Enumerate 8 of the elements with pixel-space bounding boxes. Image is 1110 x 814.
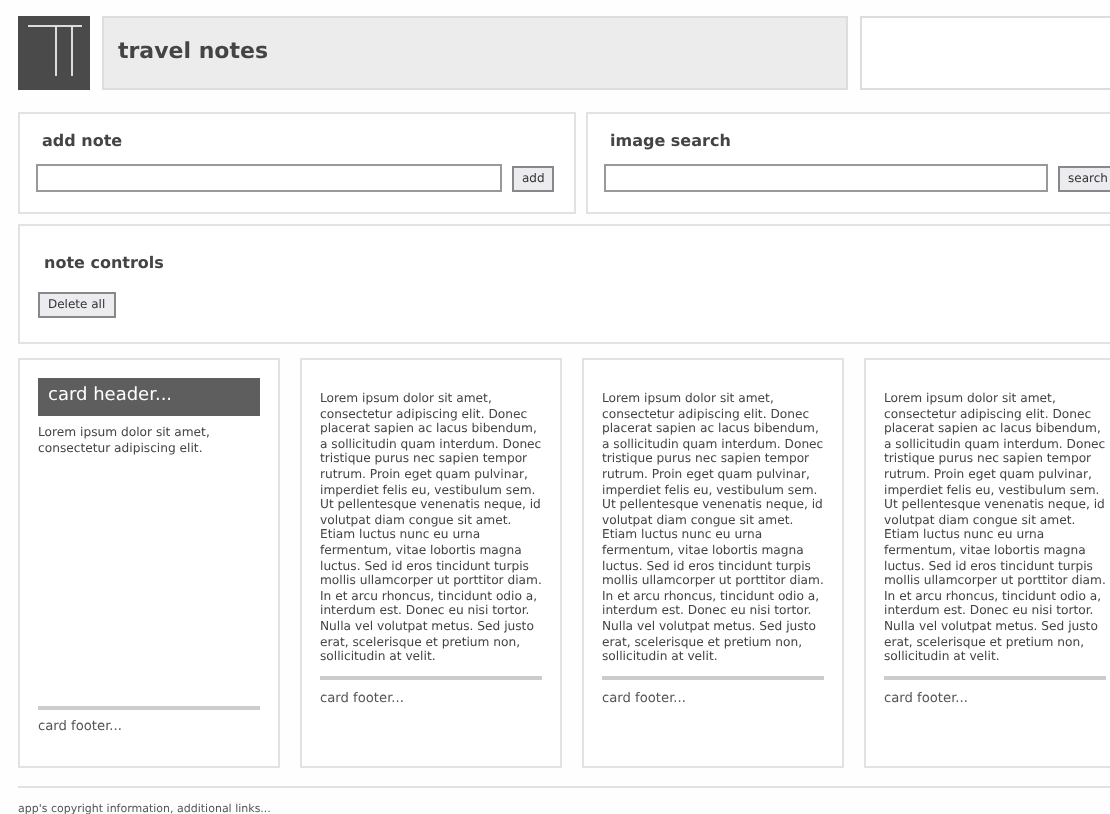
panel-title: image search <box>608 132 733 152</box>
logo-icon <box>18 16 90 90</box>
panel-title: note controls <box>42 254 166 274</box>
app-title: travel notes <box>118 36 268 69</box>
text-field[interactable] <box>36 164 502 192</box>
panel-title: add note <box>40 132 125 152</box>
card-header: card header... <box>38 378 260 416</box>
text-field[interactable] <box>604 164 1048 192</box>
